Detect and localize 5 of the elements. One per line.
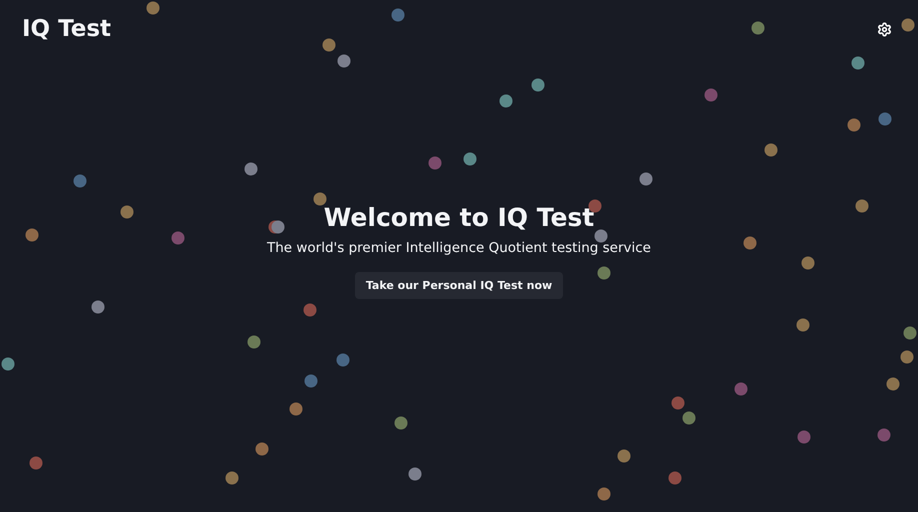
settings-icon[interactable] (877, 22, 892, 36)
hero-title: Welcome to IQ Test (324, 203, 594, 232)
hero-subtitle: The world's premier Intelligence Quotient testing service (266, 240, 651, 256)
logo: IQ Test (22, 16, 112, 42)
take-test-button[interactable]: Take our Personal IQ Test now (354, 272, 564, 299)
